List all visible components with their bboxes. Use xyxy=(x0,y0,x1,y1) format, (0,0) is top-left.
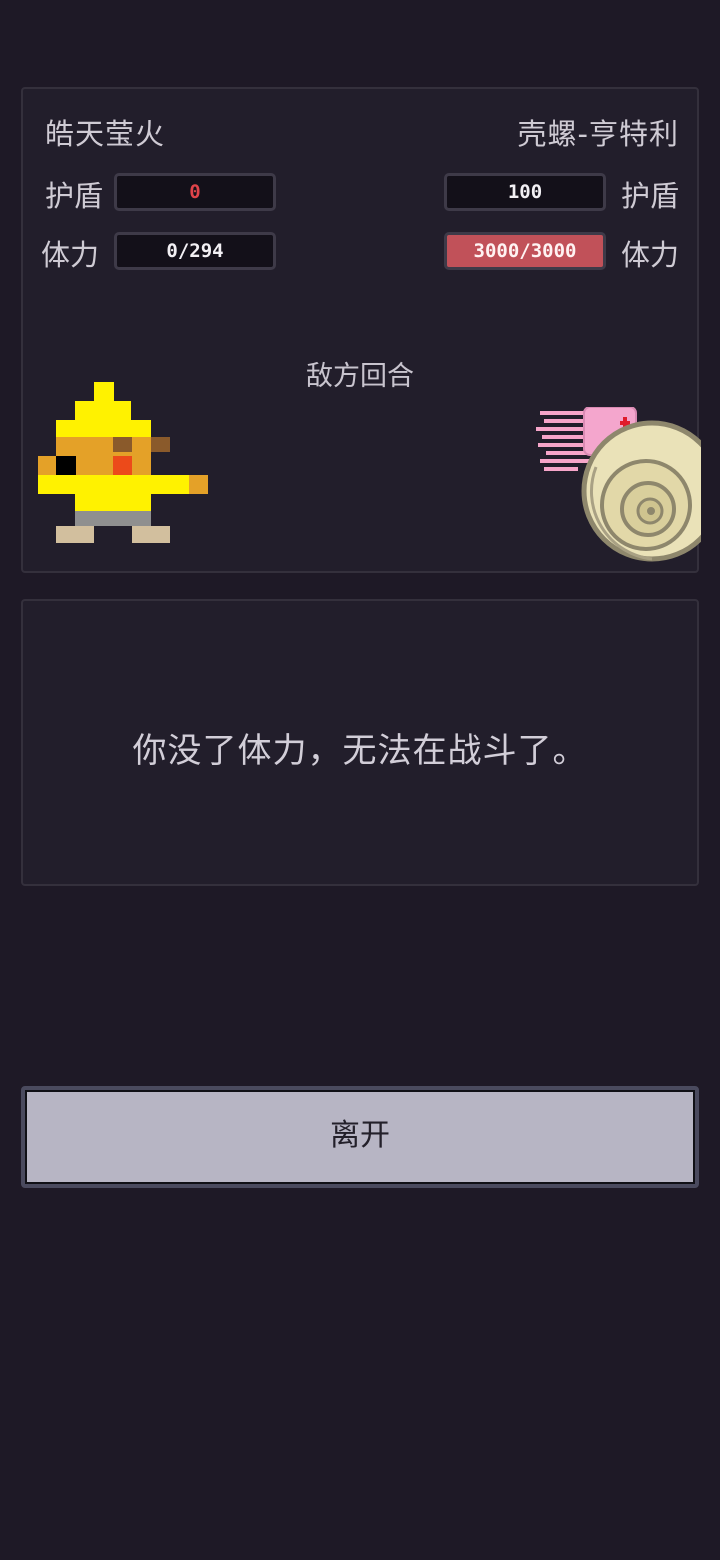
battle-message: 你没了体力，无法在战斗了。 xyxy=(132,731,588,771)
battle-panel: 皓天莹火 壳螺-亨特利 护盾 0 体力 0/294 100 护盾 3000/30… xyxy=(21,87,701,573)
player-hp-label: 体力 xyxy=(41,238,100,272)
player-name: 皓天莹火 xyxy=(45,117,166,151)
leave-button[interactable]: 离开 xyxy=(21,1086,699,1188)
player-sprite-icon xyxy=(38,382,208,543)
enemy-nautilus-icon xyxy=(536,407,701,562)
enemy-shield-value: 100 xyxy=(444,173,606,211)
enemy-hp-label: 体力 xyxy=(620,238,679,272)
enemy-hp-value: 3000/3000 xyxy=(444,232,606,270)
player-shield-value: 0 xyxy=(114,173,276,211)
enemy-name: 壳螺-亨特利 xyxy=(517,117,679,151)
player-hp-value: 0/294 xyxy=(114,232,276,270)
message-panel: 你没了体力，无法在战斗了。 xyxy=(21,599,699,886)
player-shield-label: 护盾 xyxy=(45,179,104,213)
enemy-shield-label: 护盾 xyxy=(620,179,679,213)
